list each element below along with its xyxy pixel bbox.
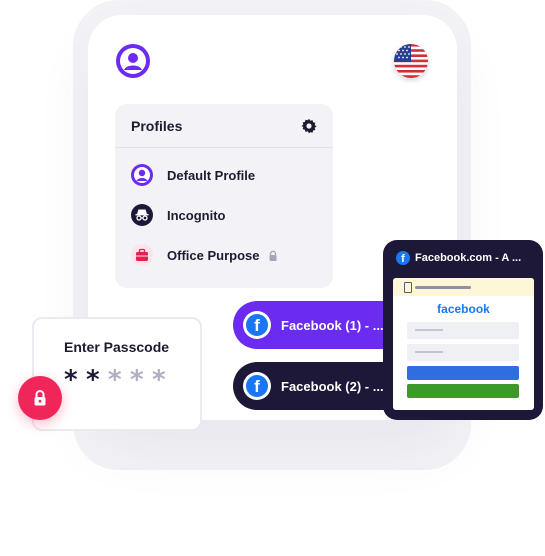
facebook-icon: f (243, 372, 271, 400)
passcode-digit-empty: * (130, 365, 144, 395)
browser-window: f Facebook.com - A ... facebook (383, 240, 543, 420)
us-flag-icon[interactable] (394, 44, 428, 78)
passcode-digit-filled: * (64, 365, 78, 395)
profile-label: Office Purpose (167, 247, 260, 263)
profile-item-incognito[interactable]: Incognito (131, 203, 321, 227)
passcode-title: Enter Passcode (64, 339, 170, 355)
facebook-icon: f (396, 251, 410, 265)
passcode-panel: Enter Passcode * * * * * (32, 317, 202, 431)
browser-tab[interactable]: f Facebook.com - A ... (396, 251, 521, 265)
passcode-dots[interactable]: * * * * * (64, 367, 174, 393)
profile-item-office[interactable]: Office Purpose (131, 243, 321, 267)
login-button[interactable] (407, 366, 519, 380)
tab-facebook-1[interactable]: f Facebook (1) - ... (233, 301, 408, 349)
address-text (415, 286, 471, 289)
profiles-panel: Profiles Default Profile Incognito Offic… (115, 104, 333, 288)
facebook-logo: facebook (437, 302, 490, 316)
passcode-digit-empty: * (108, 365, 122, 395)
profile-item-default[interactable]: Default Profile (131, 163, 321, 187)
user-avatar-icon[interactable] (116, 44, 150, 78)
tab-label: Facebook (2) - ... (281, 378, 384, 394)
passcode-digit-filled: * (86, 365, 100, 395)
briefcase-icon (131, 244, 153, 266)
signup-button[interactable] (407, 384, 519, 398)
browser-tab-title: Facebook.com - A ... (415, 252, 522, 264)
profiles-title: Profiles (131, 118, 183, 134)
tab-facebook-2[interactable]: f Facebook (2) - ... (233, 362, 408, 410)
facebook-icon: f (243, 311, 271, 339)
profile-label: Default Profile (167, 167, 256, 183)
passcode-digit-empty: * (152, 365, 166, 395)
page-icon (404, 282, 412, 293)
lock-icon (18, 376, 62, 420)
password-field[interactable] (407, 344, 519, 361)
user-icon (131, 164, 153, 186)
incognito-icon (131, 204, 153, 226)
gear-icon[interactable] (301, 118, 317, 134)
divider (115, 147, 333, 148)
profile-label: Incognito (167, 207, 226, 223)
browser-content: facebook (393, 278, 534, 410)
lock-icon (267, 249, 279, 261)
address-bar[interactable] (393, 278, 534, 296)
email-field[interactable] (407, 322, 519, 339)
tab-label: Facebook (1) - ... (281, 317, 384, 333)
